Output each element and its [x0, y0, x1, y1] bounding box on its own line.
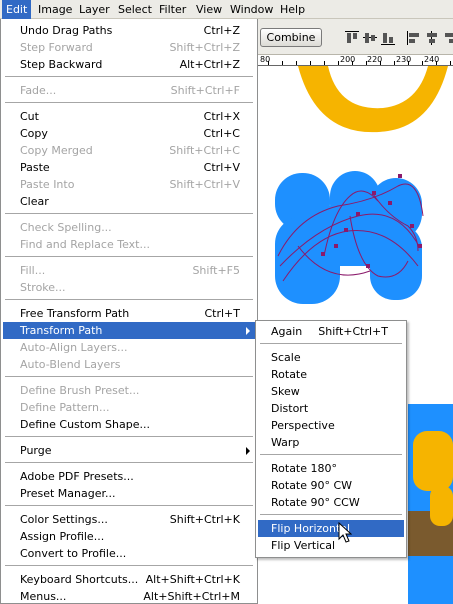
menu-item-color-settings[interactable]: Color Settings... Shift+Ctrl+K: [3, 511, 255, 528]
submenu-item-scale[interactable]: Scale: [258, 349, 404, 366]
submenu-item-distort[interactable]: Distort: [258, 400, 404, 417]
menu-item-cut[interactable]: Cut Ctrl+X: [3, 108, 255, 125]
menu-item-keyboard-shortcuts[interactable]: Keyboard Shortcuts... Alt+Shift+Ctrl+K: [3, 571, 255, 588]
submenu-item-warp[interactable]: Warp: [258, 434, 404, 451]
menu-item-auto-blend-layers[interactable]: Auto-Blend Layers: [3, 356, 255, 373]
menu-item-free-transform-path[interactable]: Free Transform Path Ctrl+T: [3, 305, 255, 322]
menu-view[interactable]: View: [192, 0, 226, 19]
menu-item-copy[interactable]: Copy Ctrl+C: [3, 125, 255, 142]
menu-item-check-spelling[interactable]: Check Spelling...: [3, 219, 255, 236]
menu-item-clear[interactable]: Clear: [3, 193, 255, 210]
menu-layer[interactable]: Layer: [75, 0, 114, 19]
menu-select[interactable]: Select: [114, 0, 156, 19]
menu-item-auto-align-layers[interactable]: Auto-Align Layers...: [3, 339, 255, 356]
submenu-item-rotate[interactable]: Rotate: [258, 366, 404, 383]
menu-separator: [5, 436, 253, 438]
submenu-item-rotate-90-ccw[interactable]: Rotate 90° CCW: [258, 494, 404, 511]
menu-separator: [260, 343, 402, 345]
menu-filter[interactable]: Filter: [155, 0, 190, 19]
menu-separator: [260, 514, 402, 516]
submenu-item-again[interactable]: Again Shift+Ctrl+T: [258, 323, 404, 340]
align-top-edges-icon[interactable]: [344, 30, 360, 46]
menu-item-paste-into[interactable]: Paste Into Shift+Ctrl+V: [3, 176, 255, 193]
align-left-edges-icon[interactable]: [406, 30, 422, 46]
align-vertical-centers-icon[interactable]: [362, 30, 378, 46]
options-bar: Combine: [258, 19, 453, 55]
menu-item-purge[interactable]: Purge: [3, 442, 255, 459]
menu-separator: [5, 376, 253, 378]
menu-item-paste[interactable]: Paste Ctrl+V: [3, 159, 255, 176]
menu-item-preset-manager[interactable]: Preset Manager...: [3, 485, 255, 502]
yellow-lower-shape-2: [430, 486, 453, 526]
menu-item-define-pattern[interactable]: Define Pattern...: [3, 399, 255, 416]
menu-item-step-backward[interactable]: Step Backward Alt+Ctrl+Z: [3, 56, 255, 73]
menu-item-copy-merged[interactable]: Copy Merged Shift+Ctrl+C: [3, 142, 255, 159]
menu-item-define-brush-preset[interactable]: Define Brush Preset...: [3, 382, 255, 399]
transform-path-submenu: Again Shift+Ctrl+T Scale Rotate Skew Dist…: [255, 320, 407, 558]
menu-item-adobe-pdf-presets[interactable]: Adobe PDF Presets...: [3, 468, 255, 485]
menu-bar: Edit Image Layer Select Filter View Wind…: [0, 0, 453, 19]
menu-edit[interactable]: Edit: [2, 0, 32, 19]
menu-separator: [5, 256, 253, 258]
menu-item-transform-path[interactable]: Transform Path: [3, 322, 255, 339]
menu-window[interactable]: Window: [226, 0, 277, 19]
menu-separator: [5, 462, 253, 464]
menu-item-define-custom-shape[interactable]: Define Custom Shape...: [3, 416, 255, 433]
menu-separator: [5, 299, 253, 301]
align-horizontal-centers-icon[interactable]: [424, 30, 440, 46]
menu-item-undo-drag-paths[interactable]: Undo Drag Paths Ctrl+Z: [3, 22, 255, 39]
menu-item-assign-profile[interactable]: Assign Profile...: [3, 528, 255, 545]
align-bottom-edges-icon[interactable]: [380, 30, 396, 46]
submenu-item-perspective[interactable]: Perspective: [258, 417, 404, 434]
mouse-pointer-icon: [338, 522, 352, 543]
menu-separator: [260, 454, 402, 456]
submenu-arrow-icon: [246, 447, 250, 455]
menu-item-menus[interactable]: Menus... Alt+Shift+Ctrl+M: [3, 588, 255, 603]
align-right-edges-icon[interactable]: [442, 30, 453, 46]
yellow-lower-shape: [413, 431, 453, 491]
menu-separator: [5, 505, 253, 507]
menu-help[interactable]: Help: [276, 0, 309, 19]
edit-menu: Undo Drag Paths Ctrl+Z Step Forward Shift+…: [0, 19, 258, 604]
menu-image[interactable]: Image: [34, 0, 76, 19]
menu-item-convert-to-profile[interactable]: Convert to Profile...: [3, 545, 255, 562]
menu-item-find-replace-text[interactable]: Find and Replace Text...: [3, 236, 255, 253]
menu-separator: [5, 213, 253, 215]
menu-separator: [5, 565, 253, 567]
submenu-item-flip-vertical[interactable]: Flip Vertical: [258, 537, 404, 554]
horizontal-ruler: 80 200 220 230 240: [258, 55, 453, 66]
menu-separator: [5, 102, 253, 104]
submenu-item-rotate-90-cw[interactable]: Rotate 90° CW: [258, 477, 404, 494]
yellow-crescent-shape: [298, 66, 448, 133]
menu-item-fade[interactable]: Fade... Shift+Ctrl+F: [3, 82, 255, 99]
menu-item-stroke[interactable]: Stroke...: [3, 279, 255, 296]
blue-rounded-shape: [275, 171, 422, 304]
submenu-item-skew[interactable]: Skew: [258, 383, 404, 400]
submenu-item-flip-horizontal[interactable]: Flip Horizontal: [258, 520, 404, 537]
combine-button[interactable]: Combine: [260, 28, 322, 47]
submenu-arrow-icon: [246, 327, 250, 335]
menu-separator: [5, 76, 253, 78]
menu-item-step-forward[interactable]: Step Forward Shift+Ctrl+Z: [3, 39, 255, 56]
submenu-item-rotate-180[interactable]: Rotate 180°: [258, 460, 404, 477]
menu-item-fill[interactable]: Fill... Shift+F5: [3, 262, 255, 279]
